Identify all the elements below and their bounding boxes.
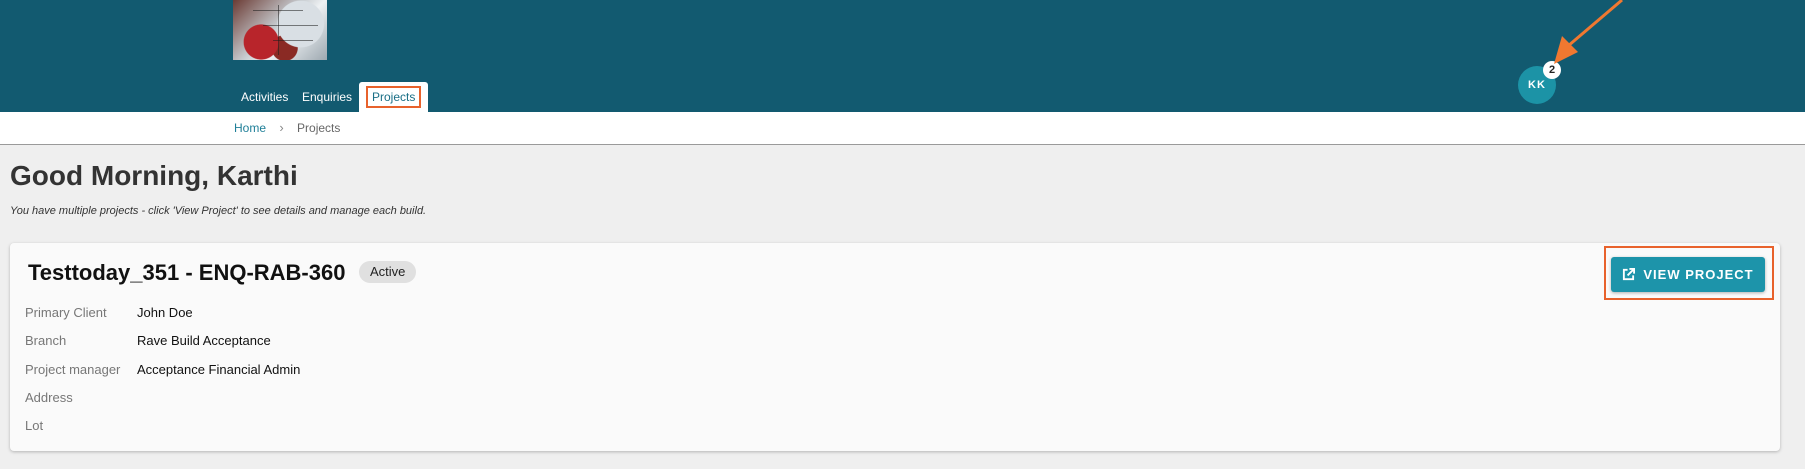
nav-projects[interactable]: Projects [359, 82, 429, 112]
field-label: Project manager [25, 362, 121, 377]
nav-enquiries[interactable]: Enquiries [295, 82, 359, 112]
page-title: Good Morning, Karthi [10, 160, 298, 191]
breadcrumb-home[interactable]: Home [234, 121, 266, 135]
field-value: John Doe [137, 305, 193, 320]
breadcrumb-bar: Home › Projects [0, 112, 1805, 145]
page-subtitle: You have multiple projects - click 'View… [10, 205, 427, 217]
field-value: Rave Build Acceptance [137, 333, 271, 348]
field-label: Address [25, 390, 73, 405]
breadcrumb-current: Projects [297, 121, 341, 135]
chevron-right-icon: › [279, 120, 284, 135]
nav-activities[interactable]: Activities [234, 82, 295, 112]
field-label: Lot [25, 418, 44, 433]
annotation-arrow-icon [1554, 0, 1623, 64]
breadcrumb: Home › Projects [234, 112, 340, 144]
project-card: Testtoday_351 - ENQ-RAB-360 Active Prima… [10, 243, 1780, 451]
top-header: Activities Enquiries Projects KK 2 [0, 0, 1805, 112]
company-logo-image [233, 0, 327, 60]
nav-projects-label: Projects [366, 86, 422, 108]
view-project-label: VIEW PROJECT [1643, 267, 1754, 282]
project-title: Testtoday_351 - ENQ-RAB-360 [28, 260, 346, 285]
field-value: Acceptance Financial Admin [137, 362, 301, 377]
open-in-new-icon [1623, 268, 1636, 281]
status-badge: Active [359, 261, 417, 283]
view-project-button[interactable]: VIEW PROJECT [1611, 257, 1765, 292]
field-label: Primary Client [25, 305, 107, 320]
field-label: Branch [25, 333, 67, 348]
